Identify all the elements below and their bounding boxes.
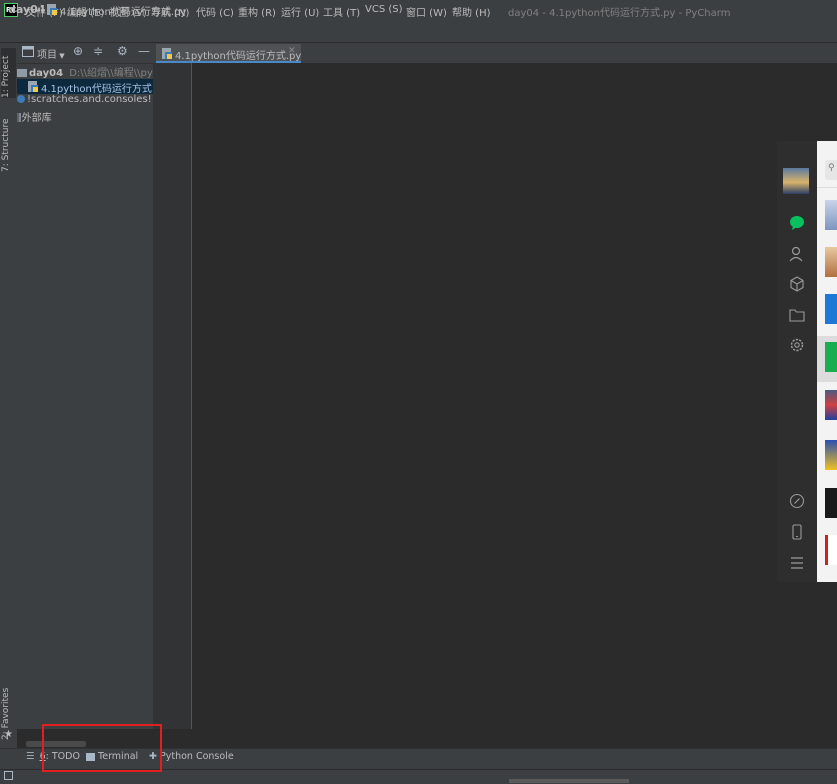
window-title: day04 - 4.1python代码运行方式.py - PyCharm [508,8,731,19]
tree-scratches-label: !scratches.and.consoles! [27,94,152,105]
menu-vcs[interactable]: VCS (S) [365,4,403,15]
scratches-icon [17,95,25,103]
tab-project[interactable]: 1: Project [1,48,16,98]
breadcrumb-separator [40,3,41,17]
menu-refactor[interactable]: 重构 (R) [238,4,276,19]
tree-item-external-libraries[interactable]: ⫼外部库 [17,109,153,124]
tree-root-path: D:\\绍熠\\编程\\python编 [69,68,153,79]
link-icon[interactable] [789,493,805,509]
menu-run[interactable]: 运行 (U) [281,4,319,19]
breadcrumb-file[interactable]: 4.1python代码运行方式.py [60,3,186,18]
folder-icon [17,69,27,77]
python-file-icon [162,48,172,59]
annotation-highlight-box [42,724,162,772]
chat-list-avatar[interactable] [825,342,837,372]
settings-gear-icon[interactable]: ⚙ [117,44,128,58]
list-icon: ☰ [26,751,35,762]
tree-item-root[interactable]: day04 D:\\绍熠\\编程\\python编 [17,64,153,79]
menu-help[interactable]: 帮助 (H) [452,4,491,19]
project-view-label: 项目 [37,50,57,61]
tree-item-file[interactable]: 4.1python代码运行方式.py [17,79,153,94]
chat-list-avatar[interactable] [825,247,837,277]
overlay-app-sidebar [777,141,817,582]
code-editor[interactable] [192,63,837,729]
editor-tab[interactable]: 4.1python代码运行方式.py ✕ [156,44,301,63]
search-box[interactable]: ⚲ [825,160,837,180]
cube-icon[interactable] [789,276,805,292]
phone-icon[interactable] [789,524,805,540]
project-panel [17,43,153,748]
tree-item-scratches[interactable]: !scratches.and.consoles! [17,94,153,109]
collapse-all-icon[interactable]: ≑ [93,44,103,58]
tree-external-label: 外部库 [21,113,52,124]
dropdown-arrow-icon: ▼ [57,52,65,60]
search-icon: ⚲ [828,163,835,173]
tree-file-name: 4.1python代码运行方式.py [41,84,153,94]
menu-icon[interactable] [789,555,805,571]
hide-panel-icon[interactable]: — [138,44,150,58]
chat-list-avatar[interactable] [825,390,837,420]
python-console-label: Python Console [160,751,234,762]
tab-structure[interactable]: 7: Structure [1,112,16,173]
menu-window[interactable]: 窗口 (W) [406,4,447,19]
divider [817,187,837,188]
chat-list-avatar[interactable] [825,440,837,470]
editor-gutter [153,63,192,729]
chat-icon[interactable] [789,215,805,231]
chat-list-avatar[interactable] [825,294,837,324]
project-view-selector[interactable]: 项目 ▼ [37,46,65,61]
locate-file-icon[interactable]: ⊕ [73,44,83,58]
menu-tools[interactable]: 工具 (T) [323,4,360,19]
python-file-icon [28,81,38,92]
folder-icon[interactable] [789,307,805,323]
close-tab-icon[interactable]: ✕ [288,46,296,56]
contacts-icon[interactable] [789,246,805,262]
chat-list-avatar[interactable] [825,200,837,230]
navigation-bar [0,22,837,43]
favorites-star-icon: ★ [4,729,13,740]
chat-list-avatar[interactable] [825,488,837,518]
project-view-icon [22,46,34,57]
chat-list-avatar[interactable] [825,535,837,565]
editor-tab-label: 4.1python代码运行方式.py [175,51,302,62]
gear-icon[interactable] [789,337,805,353]
python-file-icon [47,4,57,15]
status-bar-scrollbar[interactable] [509,779,629,783]
tree-root-name: day04 [29,68,64,79]
tool-windows-toggle-icon[interactable] [4,771,13,780]
menu-code[interactable]: 代码 (C) [196,4,234,19]
avatar[interactable] [783,168,809,194]
